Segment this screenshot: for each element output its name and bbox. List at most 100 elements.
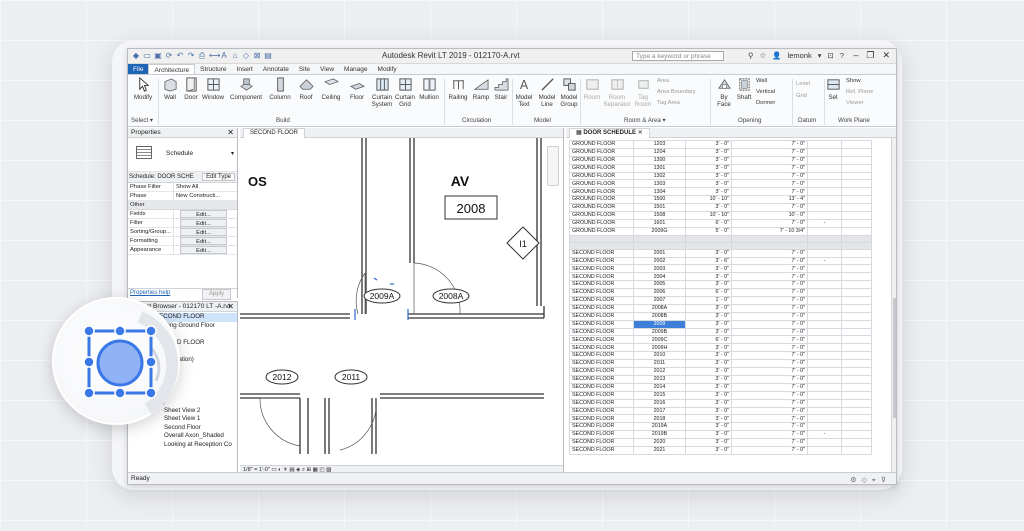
table-cell[interactable]: SECOND FLOOR (569, 430, 634, 440)
table-cell[interactable] (807, 272, 842, 282)
table-cell[interactable] (807, 140, 842, 149)
search-input[interactable] (632, 51, 724, 61)
table-cell[interactable] (841, 147, 872, 157)
table-cell[interactable] (841, 226, 872, 236)
edit-type-button[interactable]: Edit Type (202, 173, 235, 181)
area-boundary-button[interactable]: Area Boundary (657, 89, 696, 95)
modify-button[interactable]: Modify (130, 77, 156, 101)
table-cell[interactable]: 1500 (633, 195, 686, 205)
table-cell[interactable]: GROUND FLOOR (569, 171, 634, 181)
table-cell[interactable]: 3' - 6" (685, 256, 732, 266)
table-cell[interactable] (807, 382, 842, 392)
table-cell[interactable]: SECOND FLOOR (569, 335, 634, 345)
edit-formatting-button[interactable]: Edit... (180, 237, 227, 245)
table-cell[interactable]: SECOND FLOOR (569, 374, 634, 384)
table-cell[interactable]: 7' - 0" (731, 406, 808, 416)
table-row[interactable]: SECOND FLOOR 2010 3' - 0" 7' - 0" (569, 351, 872, 361)
table-row[interactable]: SECOND FLOOR 2009H 3' - 0" 7' - 0" (569, 343, 872, 353)
table-cell[interactable]: 10' - 10" (685, 211, 732, 220)
table-cell[interactable] (841, 195, 872, 205)
table-cell[interactable]: 2005 (633, 280, 686, 290)
mullion-button[interactable]: Mullion (416, 77, 442, 101)
table-cell[interactable]: 7' - 0" (731, 256, 808, 266)
show-work-plane-button[interactable]: Show (846, 78, 861, 84)
table-cell[interactable]: 2018 (633, 414, 686, 424)
table-row[interactable]: GROUND FLOOR 1203 3' - 0" 7' - 0" (569, 140, 872, 149)
table-cell[interactable] (807, 296, 842, 305)
table-cell[interactable]: GROUND FLOOR (569, 211, 634, 220)
stair-button[interactable]: Stair (491, 77, 511, 101)
table-cell[interactable]: 3' - 0" (685, 438, 732, 447)
floor-button[interactable]: Floor (346, 77, 368, 101)
table-row[interactable]: SECOND FLOOR 2019B 3' - 0" 7' - 0" - (569, 430, 872, 440)
table-cell[interactable]: 7' - 0" (731, 187, 808, 197)
table-cell[interactable] (841, 272, 872, 282)
table-cell[interactable]: SECOND FLOOR (569, 288, 634, 298)
table-cell[interactable]: - (807, 218, 842, 228)
table-cell[interactable]: - (807, 256, 842, 266)
table-cell[interactable]: 2019A (633, 422, 686, 432)
table-cell[interactable]: SECOND FLOOR (569, 382, 634, 392)
save-icon[interactable]: ▣ (154, 51, 162, 60)
table-cell[interactable]: 3' - 0" (685, 343, 732, 353)
table-cell[interactable]: 1203 (633, 140, 686, 149)
table-cell[interactable] (807, 226, 842, 236)
table-cell[interactable] (841, 382, 872, 392)
table-cell[interactable] (807, 414, 842, 424)
table-row[interactable]: GROUND FLOOR 1303 3' - 0" 7' - 0" (569, 179, 872, 189)
table-cell[interactable]: 3' - 0" (685, 390, 732, 400)
tab-architecture[interactable]: Architecture (148, 64, 196, 74)
table-cell[interactable]: 3' - 0" (685, 303, 732, 313)
table-cell[interactable]: GROUND FLOOR (569, 179, 634, 189)
chevron-down-icon[interactable]: ▾ (818, 51, 822, 60)
table-cell[interactable] (807, 280, 842, 290)
vertical-opening-button[interactable]: Vertical (756, 89, 775, 95)
table-cell[interactable]: SECOND FLOOR (569, 343, 634, 353)
table-cell[interactable]: 2013 (633, 374, 686, 384)
edit-fields-button[interactable]: Edit... (180, 210, 227, 218)
table-row[interactable]: GROUND FLOOR 1304 3' - 0" 7' - 0" (569, 187, 872, 197)
table-cell[interactable] (841, 406, 872, 416)
close-views-icon[interactable]: ⊠ (253, 51, 261, 60)
table-cell[interactable]: GROUND FLOOR (569, 226, 634, 236)
table-cell[interactable]: 3' - 0" (685, 155, 732, 165)
table-cell[interactable]: 1302 (633, 171, 686, 181)
table-row[interactable]: GROUND FLOOR 2009G 5' - 0" 7' - 10 3/4" (569, 226, 872, 236)
table-row[interactable]: SECOND FLOOR 2021 3' - 0" 7' - 0" (569, 445, 872, 455)
table-cell[interactable]: 1304 (633, 187, 686, 197)
table-cell[interactable]: 2014 (633, 382, 686, 392)
table-cell[interactable]: SECOND FLOOR (569, 445, 634, 455)
viewer-button[interactable]: Viewer (846, 100, 864, 106)
table-cell[interactable]: 3' - 0" (685, 187, 732, 197)
table-cell[interactable]: 7' - 0" (731, 359, 808, 369)
table-cell[interactable]: 7' - 0" (731, 319, 808, 329)
schedule-scrollbar[interactable] (891, 138, 896, 474)
table-cell[interactable]: 5' - 0" (685, 226, 732, 236)
table-cell[interactable]: 13' - 4" (731, 195, 808, 205)
table-cell[interactable]: SECOND FLOOR (569, 311, 634, 321)
table-cell[interactable]: 3' - 0" (685, 319, 732, 329)
table-row[interactable]: GROUND FLOOR 1501 3' - 0" 7' - 0" (569, 203, 872, 213)
table-cell[interactable]: 7' - 0" (731, 171, 808, 181)
table-cell[interactable]: 7' - 0" (731, 179, 808, 189)
table-cell[interactable]: 7' - 0" (731, 430, 808, 440)
close-icon[interactable]: ✕ (882, 50, 890, 61)
table-cell[interactable] (841, 155, 872, 165)
table-cell[interactable]: 2016 (633, 398, 686, 408)
instance-filter[interactable]: Schedule: DOOR SCHE Edit Type (128, 172, 237, 183)
help-icon[interactable]: ? (840, 51, 844, 60)
table-cell[interactable]: 3' - 0" (685, 422, 732, 432)
table-cell[interactable] (841, 367, 872, 376)
tab-insert[interactable]: Insert (232, 64, 258, 74)
table-cell[interactable]: 2009G (633, 226, 686, 236)
by-face-button[interactable]: By Face (714, 77, 734, 108)
table-cell[interactable]: 2011 (633, 359, 686, 369)
table-row[interactable]: SECOND FLOOR 2013 3' - 0" 7' - 0" (569, 374, 872, 384)
table-row[interactable]: GROUND FLOOR 1508 10' - 10" 10' - 0" (569, 211, 872, 220)
table-cell[interactable]: GROUND FLOOR (569, 203, 634, 213)
tab-structure[interactable]: Structure (195, 64, 231, 74)
table-cell[interactable]: 7' - 0" (731, 280, 808, 290)
table-cell[interactable]: 7' - 0" (731, 327, 808, 337)
table-cell[interactable]: 7' - 0" (731, 311, 808, 321)
table-cell[interactable] (841, 430, 872, 440)
